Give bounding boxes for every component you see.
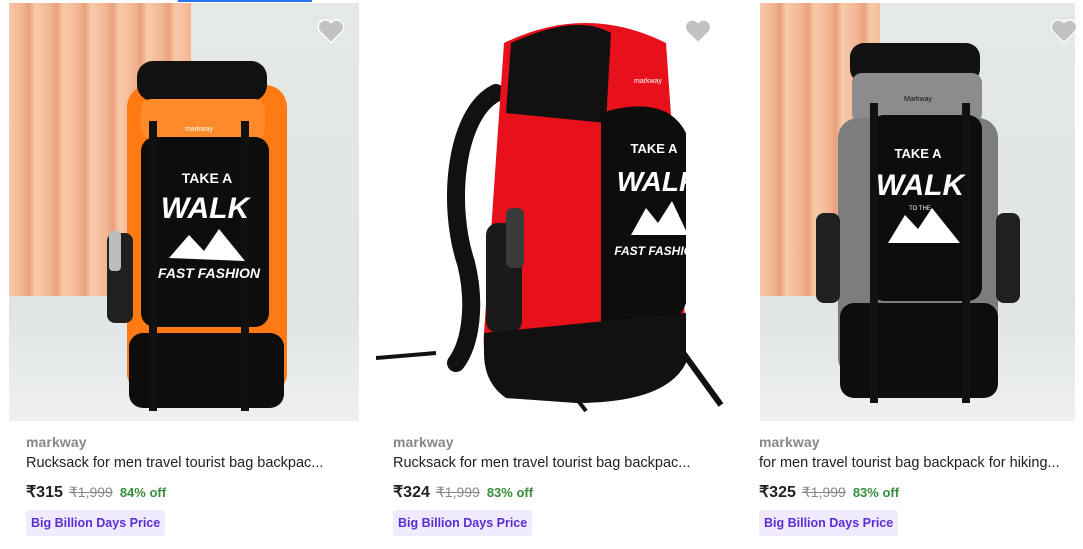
- product-card-2[interactable]: markway TAKE A WALK FAST FASHION markway…: [376, 0, 726, 549]
- discount-label: 84% off: [119, 485, 167, 500]
- original-price: ₹1,999: [68, 484, 113, 500]
- svg-text:TAKE A: TAKE A: [895, 146, 943, 161]
- selling-price: ₹325: [759, 484, 796, 501]
- discount-label: 83% off: [852, 485, 900, 500]
- svg-text:markway: markway: [185, 126, 214, 133]
- heart-icon[interactable]: [317, 18, 345, 44]
- svg-text:WALK: WALK: [617, 166, 701, 197]
- offer-badge: Big Billion Days Price: [393, 510, 533, 536]
- svg-text:TO THE: TO THE: [909, 206, 931, 212]
- backpack-red-image: markway TAKE A WALK FAST FASHION: [376, 23, 724, 413]
- discount-label: 83% off: [486, 485, 534, 500]
- svg-text:WALK: WALK: [876, 169, 967, 202]
- svg-text:markway: markway: [634, 78, 663, 85]
- product-image-1[interactable]: markway TAKE A WALK FAST FASHION: [9, 3, 359, 421]
- selling-price: ₹324: [393, 484, 430, 501]
- product-card-3[interactable]: Markway TAKE A WALK TO THE markway for m…: [742, 0, 1083, 549]
- backpack-grey-image: Markway TAKE A WALK TO THE: [816, 43, 1020, 403]
- product-title[interactable]: for men travel tourist bag backpack for …: [759, 455, 1079, 471]
- offer-badge: Big Billion Days Price: [26, 510, 166, 536]
- price-row: ₹324 ₹1,999 83% off: [393, 482, 533, 502]
- product-card-1[interactable]: markway TAKE A WALK FAST FASHION markway…: [9, 0, 359, 549]
- product-image-3[interactable]: Markway TAKE A WALK TO THE: [760, 3, 1075, 421]
- svg-text:TAKE A: TAKE A: [631, 141, 679, 156]
- svg-text:WALK: WALK: [161, 192, 252, 225]
- offer-badge: Big Billion Days Price: [759, 510, 899, 536]
- original-price: ₹1,999: [801, 484, 846, 500]
- backpack-orange-image: markway TAKE A WALK FAST FASHION: [107, 61, 287, 411]
- product-title[interactable]: Rucksack for men travel tourist bag back…: [26, 455, 361, 471]
- price-row: ₹315 ₹1,999 84% off: [26, 482, 166, 502]
- original-price: ₹1,999: [435, 484, 480, 500]
- brand-name: markway: [26, 434, 87, 450]
- price-row: ₹325 ₹1,999 83% off: [759, 482, 899, 502]
- svg-text:FAST FASHION: FAST FASHION: [614, 244, 702, 258]
- svg-text:Markway: Markway: [904, 96, 933, 103]
- svg-text:FAST FASHION: FAST FASHION: [158, 265, 261, 281]
- product-title[interactable]: Rucksack for men travel tourist bag back…: [393, 455, 728, 471]
- heart-icon[interactable]: [1050, 18, 1078, 44]
- brand-name: markway: [759, 434, 820, 450]
- brand-name: markway: [393, 434, 454, 450]
- product-image-2[interactable]: markway TAKE A WALK FAST FASHION: [376, 3, 726, 421]
- heart-icon[interactable]: [684, 18, 712, 44]
- svg-text:TAKE A: TAKE A: [182, 170, 233, 186]
- selling-price: ₹315: [26, 484, 63, 501]
